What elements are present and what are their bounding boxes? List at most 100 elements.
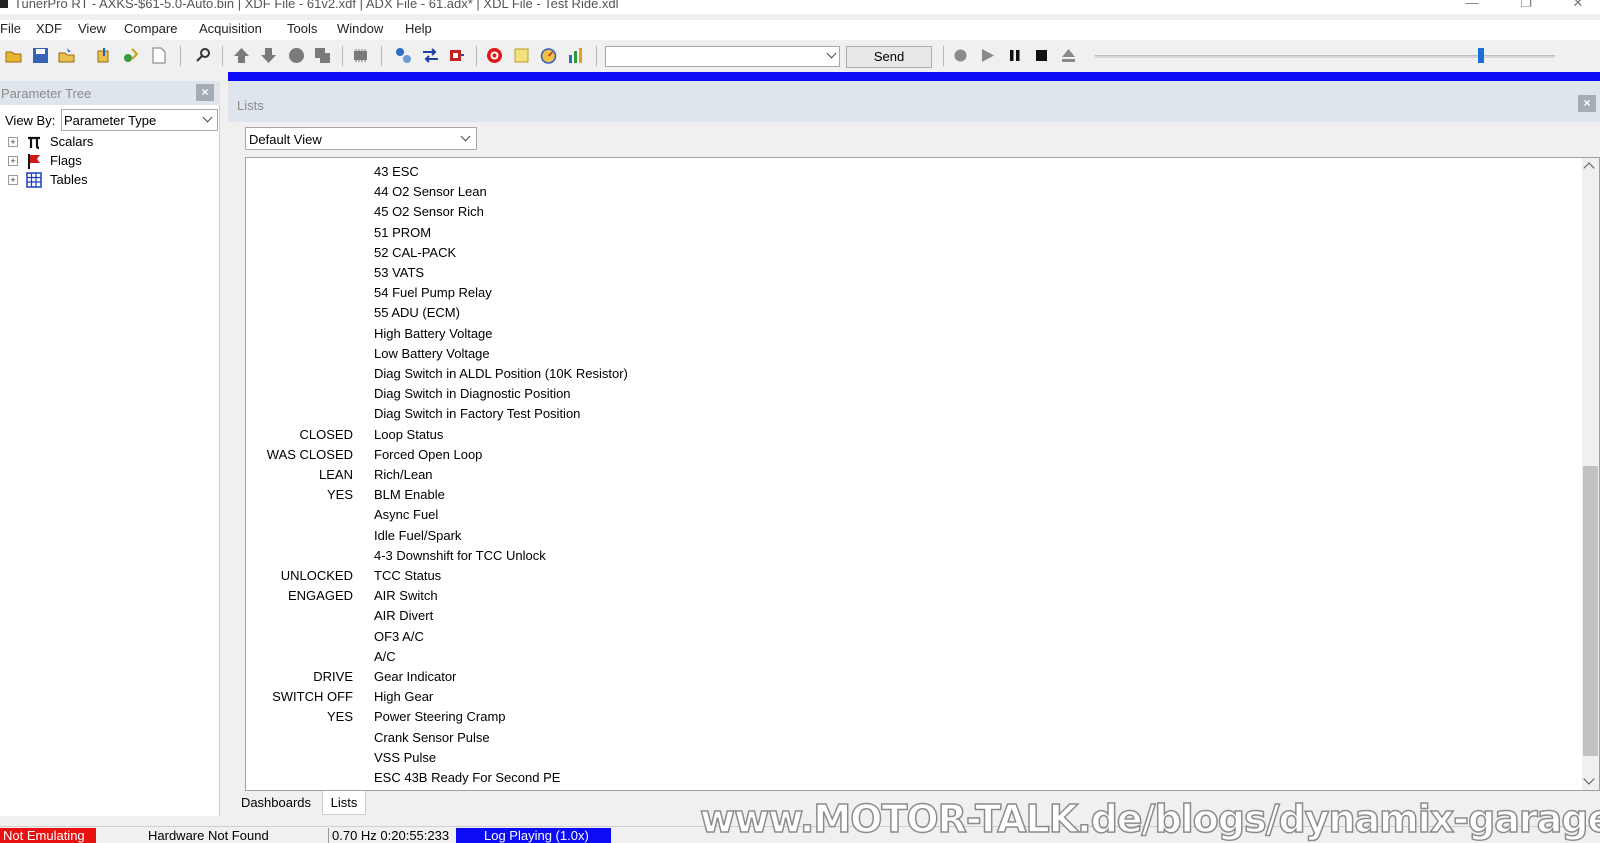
list-row[interactable]: LEAN Rich/Lean <box>246 465 1566 485</box>
list-row[interactable]: CLOSED Loop Status <box>246 425 1566 445</box>
list-row[interactable]: 55 ADU (ECM) <box>246 303 1566 323</box>
tab-dashboards[interactable]: Dashboards <box>236 791 316 815</box>
stop-icon[interactable] <box>1033 47 1050 64</box>
scroll-up-icon[interactable] <box>1583 162 1595 174</box>
scrollbar-thumb[interactable] <box>1583 466 1598 756</box>
close-icon[interactable]: ✕ <box>1568 0 1588 10</box>
import-icon[interactable] <box>96 47 113 64</box>
list-row[interactable]: 43 ESC <box>246 162 1566 182</box>
record-icon[interactable] <box>952 47 969 64</box>
connect-icon[interactable] <box>395 47 412 64</box>
list-row[interactable]: 44 O2 Sensor Lean <box>246 182 1566 202</box>
list-row[interactable]: 52 CAL-PACK <box>246 243 1566 263</box>
command-combo[interactable] <box>605 46 840 67</box>
list-row[interactable]: YES BLM Enable <box>246 485 1566 505</box>
list-row[interactable]: Async Fuel <box>246 505 1566 525</box>
playback-slider[interactable] <box>1095 55 1555 58</box>
list-row[interactable]: High Battery Voltage <box>246 324 1566 344</box>
send-button[interactable]: Send <box>846 46 932 68</box>
menu-window[interactable]: Window <box>337 21 383 36</box>
expand-icon[interactable]: + <box>8 156 18 166</box>
list-row[interactable]: DRIVE Gear Indicator <box>246 667 1566 687</box>
app-icon <box>0 0 8 8</box>
chip-icon[interactable] <box>352 47 369 64</box>
list-row-name: Diag Switch in ALDL Position (10K Resist… <box>374 366 628 381</box>
emulator-icon[interactable] <box>448 47 465 64</box>
list-view-select[interactable]: Default View <box>245 127 477 150</box>
menu-file[interactable]: File <box>0 21 21 36</box>
list-row[interactable]: ESC 43B Ready For Second PE <box>246 768 1566 788</box>
window-title: TunerPro RT - AXKS-$61-5.0-Auto.bin | XD… <box>14 0 619 11</box>
menu-xdf[interactable]: XDF <box>36 21 62 36</box>
list-row[interactable]: Diag Switch in Factory Test Position <box>246 404 1566 424</box>
minimize-icon[interactable]: — <box>1462 0 1482 10</box>
playback-slider-thumb[interactable] <box>1478 48 1485 63</box>
list-row[interactable]: WAS CLOSED Forced Open Loop <box>246 445 1566 465</box>
arrow-down-icon[interactable] <box>260 47 277 64</box>
play-icon[interactable] <box>979 47 996 64</box>
list-row[interactable]: Diag Switch in Diagnostic Position <box>246 384 1566 404</box>
list-row[interactable]: YES Power Steering Cramp <box>246 707 1566 727</box>
tab-lists[interactable]: Lists <box>322 791 366 815</box>
note-icon[interactable] <box>513 47 530 64</box>
new-document-icon[interactable] <box>150 47 167 64</box>
swap-arrows-icon[interactable] <box>422 47 439 64</box>
record-target-icon[interactable] <box>486 47 503 64</box>
list-row[interactable]: 45 O2 Sensor Rich <box>246 202 1566 222</box>
copy-icon[interactable] <box>314 47 331 64</box>
menu-view[interactable]: View <box>78 21 106 36</box>
expand-icon[interactable]: + <box>8 137 18 147</box>
pause-icon[interactable] <box>1006 47 1023 64</box>
open-file-icon[interactable] <box>58 47 75 64</box>
restore-icon[interactable]: ❐ <box>1516 0 1536 10</box>
eject-icon[interactable] <box>1060 47 1077 64</box>
list-row[interactable]: Idle Fuel/Spark <box>246 526 1566 546</box>
tree-item-tables[interactable]: + Tables <box>0 171 220 189</box>
view-by-select[interactable]: Parameter Type <box>61 109 218 131</box>
chevron-down-icon <box>826 48 837 59</box>
circle-icon[interactable] <box>288 47 305 64</box>
toolbar-separator <box>222 46 223 66</box>
list-row[interactable]: VSS Pulse <box>246 748 1566 768</box>
list-row[interactable]: OF3 A/C <box>246 627 1566 647</box>
lookup-icon[interactable] <box>194 47 211 64</box>
toolbar: Send <box>0 42 1600 70</box>
list-box[interactable]: 43 ESC 44 O2 Sensor Lean 45 O2 Sensor Rich… <box>245 157 1600 791</box>
close-icon[interactable]: × <box>1578 95 1596 112</box>
close-icon[interactable]: × <box>196 84 214 101</box>
tree-item-label: Scalars <box>50 134 94 149</box>
list-row[interactable]: Diag Switch in ALDL Position (10K Resist… <box>246 364 1566 384</box>
list-row[interactable]: Low Battery Voltage <box>246 344 1566 364</box>
list-row[interactable]: AIR Divert <box>246 606 1566 626</box>
toolbar-separator <box>596 46 597 66</box>
list-row[interactable]: Crank Sensor Pulse <box>246 728 1566 748</box>
tree-item-scalars[interactable]: + Scalars <box>0 133 220 151</box>
scroll-down-icon[interactable] <box>1583 773 1595 785</box>
menu-acquisition[interactable]: Acquisition <box>199 21 262 36</box>
arrow-up-icon[interactable] <box>233 47 250 64</box>
open-folder-icon[interactable] <box>5 47 22 64</box>
menu-compare[interactable]: Compare <box>124 21 177 36</box>
export-icon[interactable] <box>122 47 139 64</box>
list-row[interactable]: 51 PROM <box>246 223 1566 243</box>
list-row-name: Gear Indicator <box>374 669 457 684</box>
vertical-scrollbar[interactable] <box>1582 158 1599 790</box>
menu-help[interactable]: Help <box>405 21 432 36</box>
list-row-name: Diag Switch in Diagnostic Position <box>374 386 571 402</box>
list-row[interactable]: ENGAGED AIR Switch <box>246 586 1566 606</box>
list-row[interactable]: UNLOCKED TCC Status <box>246 566 1566 586</box>
list-row-name: AIR Switch <box>374 588 438 604</box>
list-row[interactable]: 53 VATS <box>246 263 1566 283</box>
list-row[interactable]: 4-3 Downshift for TCC Unlock <box>246 546 1566 566</box>
tree-item-flags[interactable]: + Flags <box>0 152 220 170</box>
list-row[interactable]: A/C <box>246 647 1566 667</box>
lists-panel: Lists × Default View 43 ESC 44 O2 Sensor … <box>228 81 1600 816</box>
save-icon[interactable] <box>32 47 49 64</box>
gauge-icon[interactable] <box>540 47 557 64</box>
bar-chart-icon[interactable] <box>567 47 584 64</box>
list-row[interactable]: SWITCH OFF High Gear <box>246 687 1566 707</box>
expand-icon[interactable]: + <box>8 175 18 185</box>
menu-tools[interactable]: Tools <box>287 21 317 36</box>
list-row[interactable]: 54 Fuel Pump Relay <box>246 283 1566 303</box>
list-row-name: Low Battery Voltage <box>374 345 490 361</box>
